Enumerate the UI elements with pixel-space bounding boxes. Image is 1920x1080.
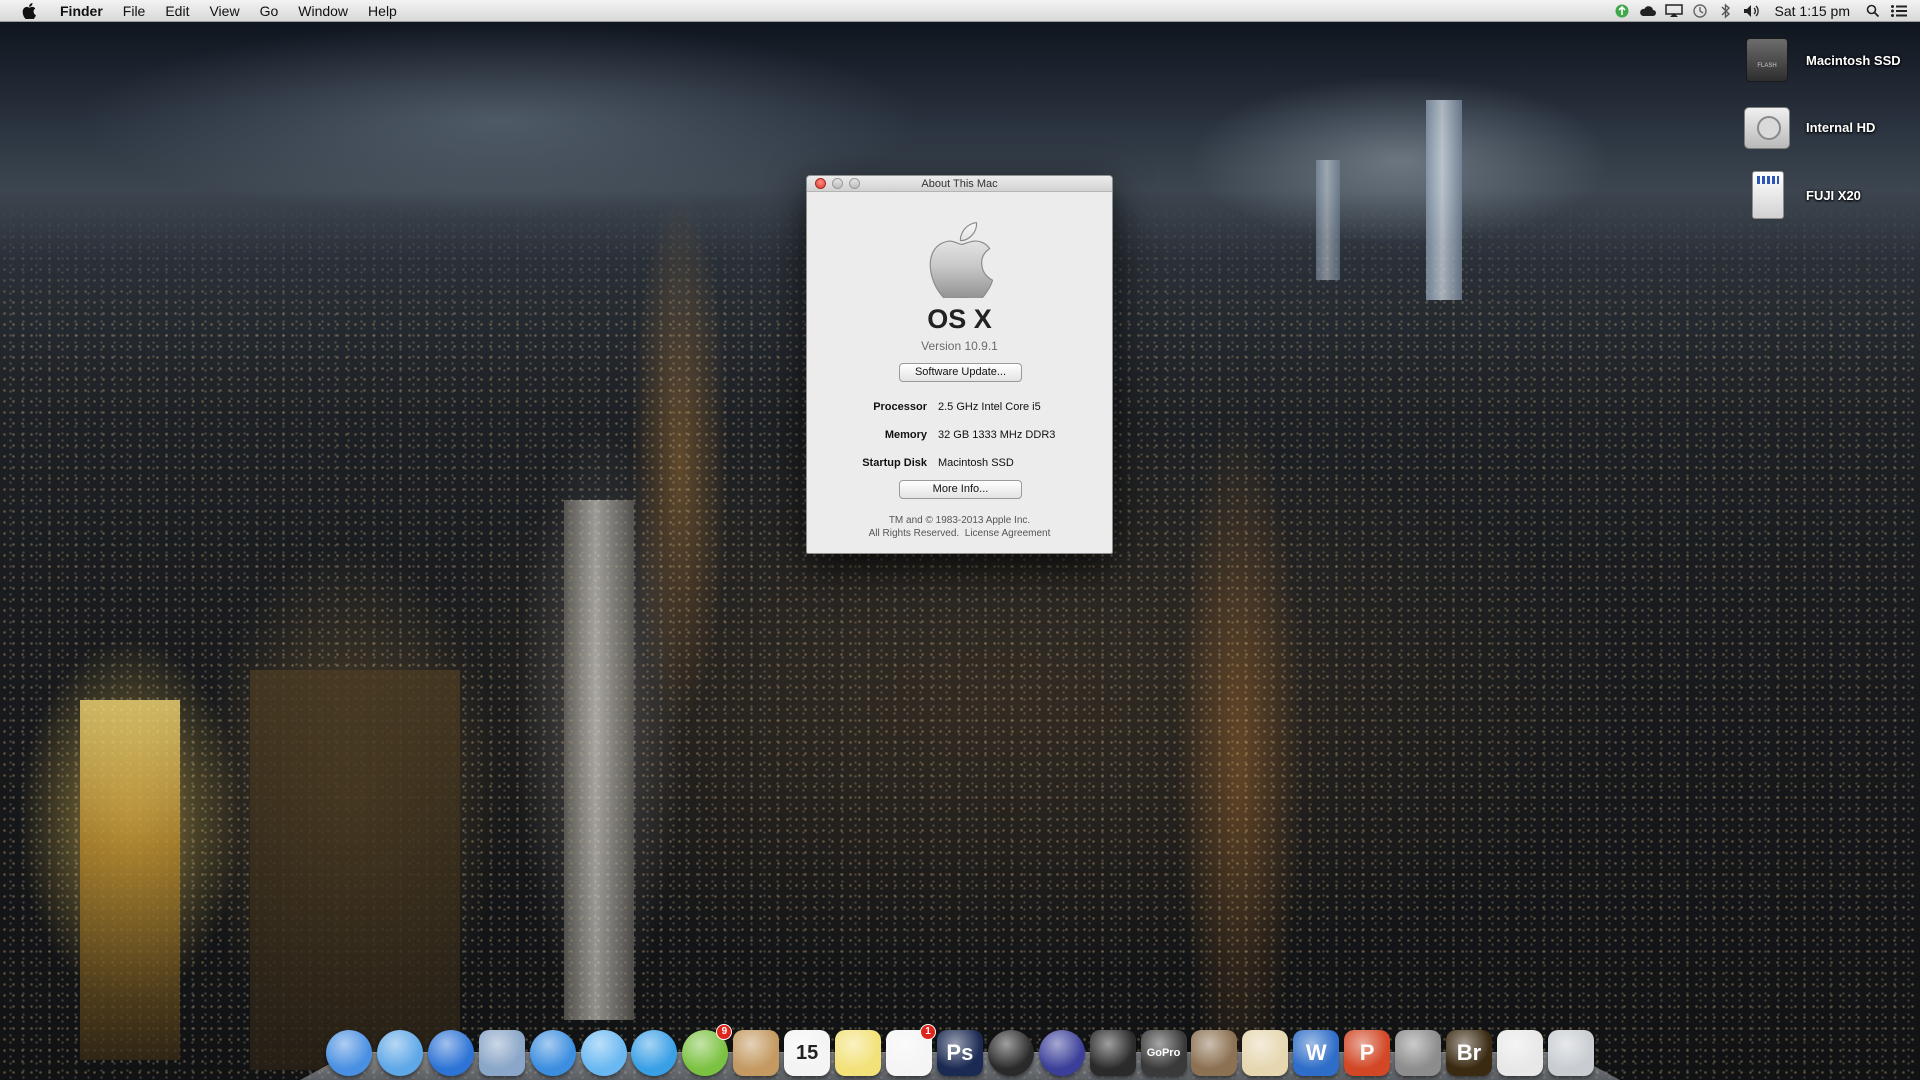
menu-file[interactable]: File bbox=[113, 0, 156, 22]
skyscraper-silhouette bbox=[564, 500, 634, 1020]
spec-row-memory: Memory 32 GB 1333 MHz DDR3 bbox=[807, 429, 1112, 445]
os-name: OS X bbox=[927, 304, 992, 334]
desktop-icon-label: Internal HD bbox=[1806, 119, 1876, 135]
skyscraper-silhouette bbox=[250, 670, 460, 1070]
menu-bar: Finder File Edit View Go Window Help Sat… bbox=[0, 0, 1920, 22]
window-title: About This Mac bbox=[921, 178, 998, 190]
minimize-button[interactable] bbox=[832, 178, 843, 189]
dock-item-text: W bbox=[1305, 1040, 1327, 1065]
menu-help[interactable]: Help bbox=[358, 0, 407, 22]
notification-badge: 1 bbox=[919, 1024, 936, 1040]
menu-clock[interactable]: Sat 1:15 pm bbox=[1765, 0, 1861, 22]
dock-item-text: Ps bbox=[946, 1040, 974, 1065]
spotify-icon[interactable]: 9 bbox=[682, 1024, 733, 1076]
upload-status-icon[interactable] bbox=[1609, 0, 1635, 22]
spec-row-processor: Processor 2.5 GHz Intel Core i5 bbox=[807, 401, 1112, 417]
spec-key: Processor bbox=[873, 401, 927, 413]
spec-row-startup-disk: Startup Disk Macintosh SSD bbox=[807, 457, 1112, 473]
skyscraper-silhouette bbox=[1426, 100, 1462, 300]
cloud-icon[interactable] bbox=[1635, 0, 1661, 22]
weather-icon[interactable] bbox=[376, 1030, 423, 1076]
desktop-icon-label: FUJI X20 bbox=[1806, 187, 1861, 203]
bridge-icon[interactable]: Br bbox=[1445, 1030, 1492, 1076]
imovie-icon[interactable] bbox=[1038, 1030, 1085, 1076]
spec-key: Memory bbox=[884, 429, 927, 441]
more-info-button[interactable]: More Info... bbox=[899, 480, 1022, 499]
powerpoint-icon[interactable]: P bbox=[1344, 1030, 1391, 1076]
notification-center-icon[interactable] bbox=[1886, 0, 1912, 22]
legal-line-2: All Rights Reserved. License Agreement bbox=[807, 527, 1112, 540]
trash-icon[interactable] bbox=[1547, 1030, 1594, 1076]
dock-item-text: Br bbox=[1456, 1040, 1482, 1065]
messages-icon[interactable] bbox=[580, 1030, 627, 1076]
desktop-icon-label: Macintosh SSD bbox=[1806, 52, 1901, 68]
menu-view[interactable]: View bbox=[199, 0, 249, 22]
final-cut-icon[interactable] bbox=[1089, 1030, 1136, 1076]
mail-stamp-icon[interactable] bbox=[478, 1030, 525, 1076]
calendar-icon[interactable]: 15 bbox=[784, 1030, 831, 1076]
gopro-icon[interactable]: GoPro bbox=[1140, 1030, 1187, 1076]
skyscraper-silhouette bbox=[1316, 160, 1340, 280]
stickies-icon[interactable] bbox=[835, 1030, 882, 1076]
downloads-stack-icon[interactable] bbox=[1496, 1030, 1543, 1076]
photoshop-icon[interactable]: Ps bbox=[936, 1030, 983, 1076]
lightroom-book-icon[interactable] bbox=[1191, 1030, 1238, 1076]
dock: 9 15 1 Ps GoPro W P Br bbox=[326, 1020, 1594, 1076]
desktop-icon-fuji-x20[interactable]: FUJI X20 bbox=[1742, 165, 1912, 225]
zoom-button[interactable] bbox=[849, 178, 860, 189]
legal-line: TM and © 1983-2013 Apple Inc. bbox=[888, 515, 1031, 526]
airplay-icon[interactable] bbox=[1661, 0, 1687, 22]
spec-value: Macintosh SSD bbox=[938, 457, 1014, 469]
desktop-icon-macintosh-ssd[interactable]: Macintosh SSD bbox=[1742, 30, 1912, 90]
volume-icon[interactable] bbox=[1739, 0, 1765, 22]
status-area: Sat 1:15 pm bbox=[1609, 0, 1920, 22]
time-machine-icon[interactable] bbox=[1687, 0, 1713, 22]
reminders-icon[interactable]: 1 bbox=[885, 1024, 936, 1076]
dock-item-text: GoPro bbox=[1146, 1047, 1181, 1059]
spec-key: Startup Disk bbox=[862, 457, 927, 469]
itunes-icon[interactable] bbox=[631, 1030, 678, 1076]
aperture-icon[interactable] bbox=[987, 1030, 1034, 1076]
dock-item-text: P bbox=[1359, 1040, 1375, 1065]
system-preferences-icon[interactable] bbox=[1395, 1030, 1442, 1076]
app-store-icon[interactable] bbox=[427, 1030, 474, 1076]
hard-drive-icon bbox=[1742, 101, 1792, 153]
dock-item-text: 15 bbox=[796, 1041, 819, 1064]
finder-icon[interactable] bbox=[326, 1030, 372, 1076]
skyscraper-silhouette bbox=[80, 700, 180, 1060]
apple-menu-icon[interactable] bbox=[18, 2, 40, 19]
contacts-icon[interactable] bbox=[733, 1030, 780, 1076]
safari-icon[interactable] bbox=[529, 1030, 576, 1076]
spotlight-icon[interactable] bbox=[1860, 0, 1886, 22]
about-this-mac-window: About This Mac OS X Version 10.9.1 Softw… bbox=[806, 175, 1113, 554]
os-version: Version 10.9.1 bbox=[921, 339, 998, 353]
window-controls bbox=[815, 178, 860, 189]
bluetooth-icon[interactable] bbox=[1713, 0, 1739, 22]
menu-app-name[interactable]: Finder bbox=[54, 0, 113, 22]
menu-edit[interactable]: Edit bbox=[155, 0, 199, 22]
rights-text: All Rights Reserved. bbox=[868, 528, 960, 539]
menu-go[interactable]: Go bbox=[250, 0, 289, 22]
menu-window[interactable]: Window bbox=[288, 0, 358, 22]
notification-badge: 9 bbox=[716, 1024, 733, 1040]
desktop-icon-internal-hd[interactable]: Internal HD bbox=[1742, 97, 1912, 157]
close-button[interactable] bbox=[815, 178, 826, 189]
license-agreement-link[interactable]: License Agreement bbox=[965, 528, 1051, 539]
spec-value: 2.5 GHz Intel Core i5 bbox=[938, 401, 1041, 413]
word-icon[interactable]: W bbox=[1293, 1030, 1340, 1076]
pages-icon[interactable] bbox=[1242, 1030, 1289, 1076]
sd-card-icon bbox=[1742, 169, 1792, 221]
spec-value: 32 GB 1333 MHz DDR3 bbox=[938, 429, 1056, 441]
window-titlebar[interactable]: About This Mac bbox=[807, 176, 1112, 192]
software-update-button[interactable]: Software Update... bbox=[899, 363, 1022, 382]
ssd-drive-icon bbox=[1742, 34, 1792, 86]
apple-logo-icon bbox=[929, 222, 994, 298]
